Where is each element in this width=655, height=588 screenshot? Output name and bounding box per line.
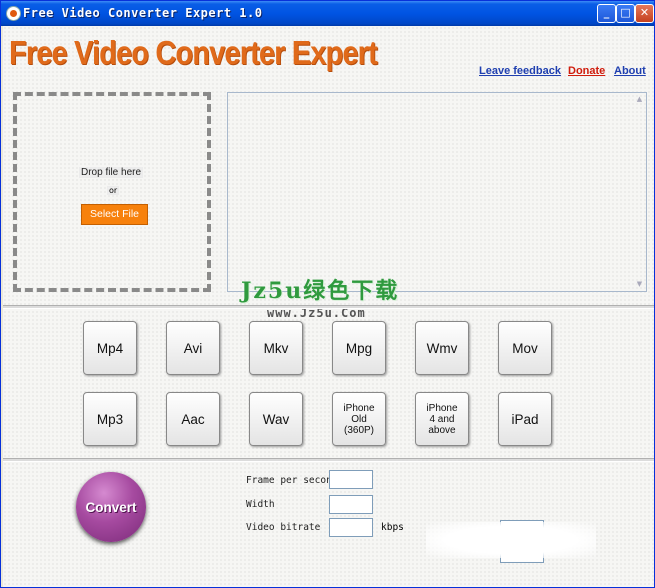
about-link[interactable]: About [614,65,646,77]
format-button-mpg[interactable]: Mpg [332,321,386,375]
title-bar[interactable]: Free Video Converter Expert 1.0 _ □ ✕ [1,1,654,26]
width-label: Width [246,499,275,510]
app-logo: Free Video Converter Expert [9,34,378,71]
format-button-mp3[interactable]: Mp3 [83,392,137,446]
format-panel: Mp4 Avi Mkv Mpg Wmv Mov Mp3 Aac Wav iPho… [3,310,654,458]
maximize-button[interactable]: □ [616,4,635,23]
minimize-button[interactable]: _ [597,4,616,23]
window-title: Free Video Converter Expert 1.0 [23,6,263,20]
donate-link[interactable]: Donate [568,65,605,77]
divider [3,305,654,309]
leave-feedback-link[interactable]: Leave feedback [479,65,561,77]
client-area: Free Video Converter Expert Leave feedba… [3,26,654,587]
vertical-scrollbar[interactable]: ▲ ▼ [633,93,646,291]
format-button-mov[interactable]: Mov [498,321,552,375]
settings-panel: Convert Frame per second Width Video bit… [3,463,654,587]
app-window: Free Video Converter Expert 1.0 _ □ ✕ Fr… [0,0,655,588]
format-button-wav[interactable]: Wav [249,392,303,446]
format-button-wmv[interactable]: Wmv [415,321,469,375]
file-drop-zone[interactable]: Drop file here or Select File [13,92,211,292]
scroll-down-icon[interactable]: ▼ [635,280,644,289]
format-button-iphone-4[interactable]: iPhone 4 and above [415,392,469,446]
scroll-up-icon[interactable]: ▲ [635,95,644,104]
convert-button[interactable]: Convert [76,472,146,542]
file-list[interactable]: ▲ ▼ [227,92,647,292]
obscured-overlay [426,522,596,558]
close-button[interactable]: ✕ [635,4,654,23]
or-label: or [107,186,120,195]
video-bitrate-input[interactable] [329,518,373,537]
divider [3,458,654,462]
kbps-label: kbps [381,522,404,533]
fps-label: Frame per second [246,475,338,486]
format-button-mp4[interactable]: Mp4 [83,321,137,375]
watermark-text: Jz5u绿色下载 [241,278,400,304]
format-button-aac[interactable]: Aac [166,392,220,446]
format-button-avi[interactable]: Avi [166,321,220,375]
format-button-ipad[interactable]: iPad [498,392,552,446]
app-icon[interactable] [6,6,21,21]
drop-hint: Drop file here [79,167,144,178]
format-button-iphone-old[interactable]: iPhone Old (360P) [332,392,386,446]
select-file-button[interactable]: Select File [81,204,148,225]
format-button-mkv[interactable]: Mkv [249,321,303,375]
video-bitrate-label: Video bitrate [246,522,321,533]
fps-input[interactable] [329,470,373,489]
width-input[interactable] [329,495,373,514]
